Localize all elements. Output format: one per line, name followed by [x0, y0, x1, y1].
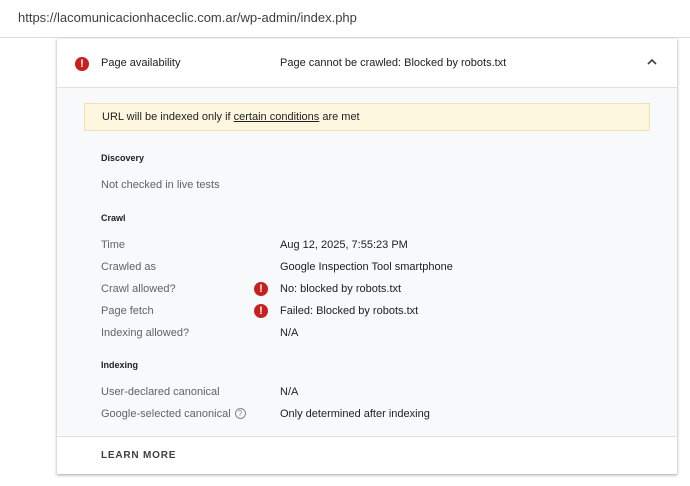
google-canonical-label-row: Google-selected canonical?	[101, 407, 246, 420]
crawl-title: Crawl	[101, 213, 126, 223]
crawl-allowed-label: Crawl allowed?	[101, 283, 176, 295]
indexing-allowed-value: N/A	[280, 327, 299, 339]
banner-text: URL will be indexed only if certain cond…	[102, 111, 360, 123]
indexing-allowed-label: Indexing allowed?	[101, 327, 190, 339]
time-value: Aug 12, 2025, 7:55:23 PM	[280, 239, 408, 251]
crawled-as-label: Crawled as	[101, 261, 157, 273]
user-canonical-value: N/A	[280, 386, 299, 398]
index-conditions-banner: URL will be indexed only if certain cond…	[84, 103, 650, 131]
google-canonical-value: Only determined after indexing	[280, 408, 430, 420]
error-icon: !	[254, 304, 268, 318]
indexing-title: Indexing	[101, 360, 139, 370]
help-icon[interactable]: ?	[234, 407, 246, 419]
url-bar: https://lacomunicacionhaceclic.com.ar/wp…	[0, 0, 690, 38]
error-icon: !	[75, 57, 89, 71]
learn-more-button[interactable]: LEARN MORE	[101, 450, 176, 461]
error-icon: !	[254, 282, 268, 296]
time-label: Time	[101, 239, 126, 251]
certain-conditions-link[interactable]: certain conditions	[234, 111, 320, 123]
discovery-note: Not checked in live tests	[101, 179, 220, 191]
page-url: https://lacomunicacionhaceclic.com.ar/wp…	[18, 10, 357, 25]
banner-text-before: URL will be indexed only if	[102, 111, 234, 123]
header-value: Page cannot be crawled: Blocked by robot…	[280, 57, 507, 69]
page-fetch-label: Page fetch	[101, 305, 154, 317]
chevron-up-icon[interactable]	[645, 55, 659, 69]
header-label: Page availability	[101, 57, 181, 69]
user-canonical-label: User-declared canonical	[101, 386, 220, 398]
page-fetch-value: Failed: Blocked by robots.txt	[280, 305, 419, 317]
card-header[interactable]: ! Page availability Page cannot be crawl…	[57, 39, 677, 88]
page-availability-card: ! Page availability Page cannot be crawl…	[57, 39, 677, 474]
banner-text-after: are met	[319, 111, 360, 123]
crawl-allowed-value: No: blocked by robots.txt	[280, 283, 402, 295]
google-canonical-label: Google-selected canonical	[101, 408, 231, 420]
discovery-title: Discovery	[101, 153, 145, 163]
crawled-as-value: Google Inspection Tool smartphone	[280, 261, 453, 273]
card-footer: LEARN MORE	[57, 436, 677, 474]
